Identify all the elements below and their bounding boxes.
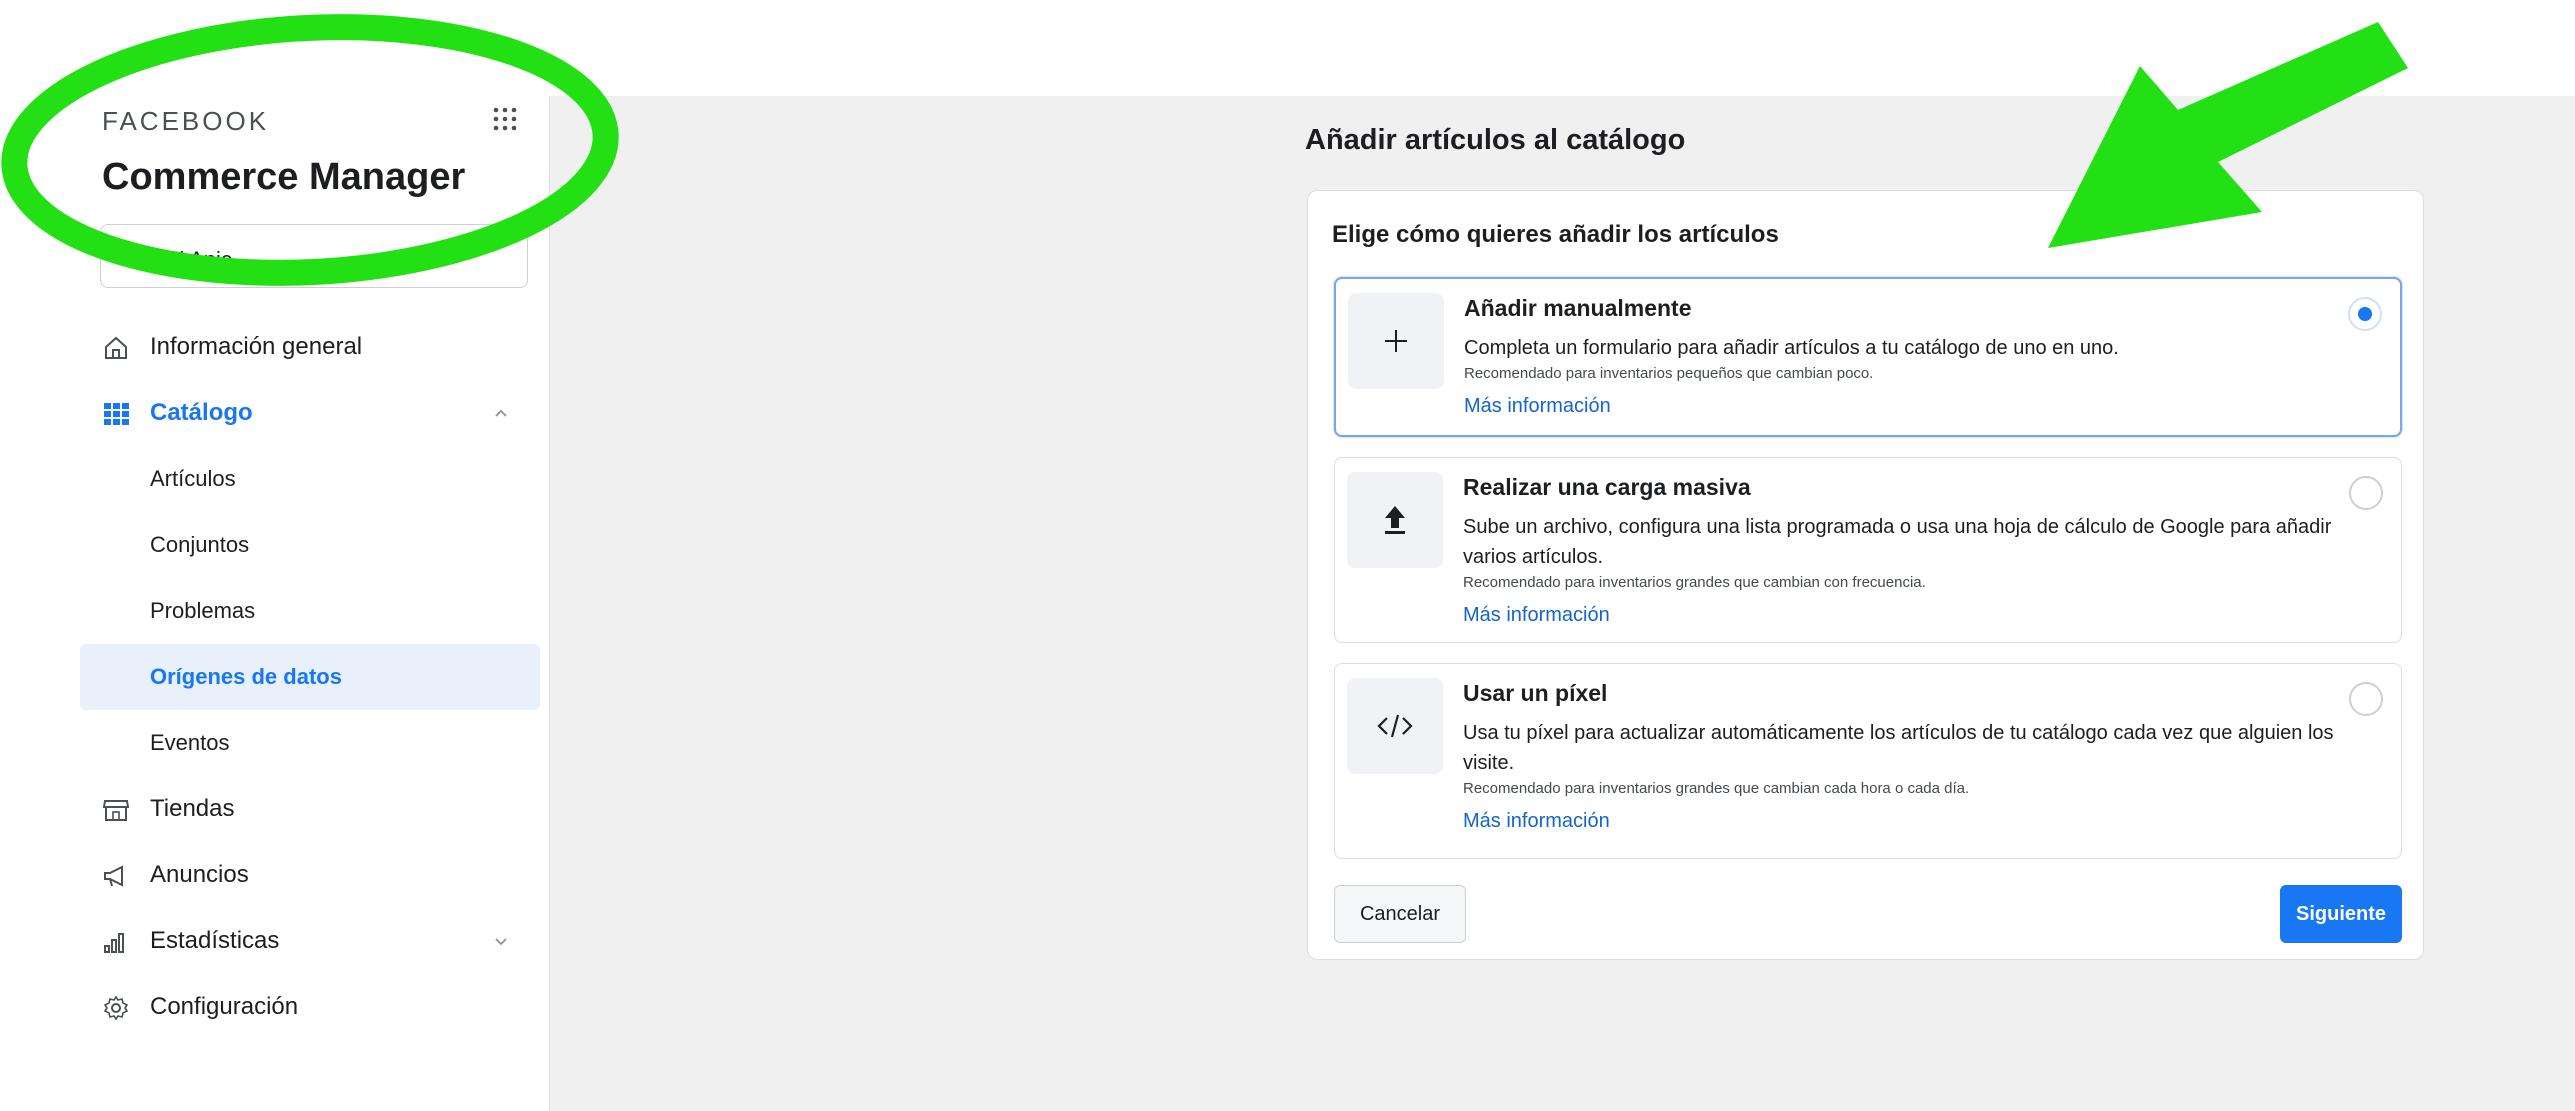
gear-icon <box>103 995 129 1021</box>
option-desc-text: Completa un formulario para añadir artíc… <box>1464 337 2119 359</box>
option-pixel[interactable]: Usar un píxel Usa tu píxel para actualiz… <box>1334 663 2402 859</box>
store-icon <box>102 800 130 821</box>
chevron-up-icon[interactable] <box>492 404 510 422</box>
sidebar-item-label: Estadísticas <box>150 927 280 954</box>
sidebar-item-catalog[interactable]: Catálogo <box>80 380 540 446</box>
sidebar-item-label: Catálogo <box>150 399 253 426</box>
next-button[interactable]: Siguiente <box>2280 885 2402 943</box>
bar-chart-icon <box>104 933 124 953</box>
catalog-grid-icon <box>104 403 129 425</box>
page-title: Añadir artículos al catálogo <box>1305 124 1686 156</box>
app-title: Commerce Manager <box>102 156 466 198</box>
sidebar-item-settings[interactable]: Configuración <box>80 974 540 1040</box>
sidebar-item-shops[interactable]: Tiendas <box>80 776 540 842</box>
option-title: Realizar una carga masiva <box>1463 474 1751 500</box>
option-radio[interactable] <box>2348 297 2382 331</box>
option-bulk-upload[interactable]: Realizar una carga masiva Sube un archiv… <box>1334 457 2402 643</box>
option-description: Usa tu píxel para actualizar automáticam… <box>1463 718 2383 836</box>
card-heading: Elige cómo quieres añadir los artículos <box>1332 221 1779 248</box>
option-description: Completa un formulario para añadir artíc… <box>1464 333 2384 421</box>
option-recommendation: Recomendado para inventarios grandes que… <box>1463 574 1926 591</box>
account-selector[interactable]: Mi Anic <box>100 224 528 288</box>
sidebar: FACEBOOK Commerce Manager Mi Anic Inform… <box>80 96 550 1111</box>
home-icon <box>105 336 127 359</box>
sidebar-item-ads[interactable]: Anuncios <box>80 842 540 908</box>
more-info-link[interactable]: Más información <box>1463 806 2383 836</box>
sidebar-subitem-events[interactable]: Eventos <box>80 710 540 776</box>
sidebar-item-label: Tiendas <box>150 795 235 822</box>
option-recommendation: Recomendado para inventarios pequeños qu… <box>1464 365 1874 382</box>
account-name: Mi Anic <box>161 247 232 272</box>
sidebar-subitem-data-sources[interactable]: Orígenes de datos <box>80 644 540 710</box>
apps-grid-icon[interactable] <box>492 106 518 132</box>
sidebar-item-label: Información general <box>150 333 363 360</box>
cancel-button[interactable]: Cancelar <box>1334 885 1466 943</box>
sidebar-subitem-articles[interactable]: Artículos <box>80 446 540 512</box>
code-icon <box>1347 678 1443 774</box>
brand-label: FACEBOOK <box>102 106 270 136</box>
more-info-link[interactable]: Más información <box>1463 600 2383 630</box>
sidebar-item-label: Anuncios <box>150 861 249 888</box>
option-title: Usar un píxel <box>1463 680 1608 706</box>
option-description: Sube un archivo, configura una lista pro… <box>1463 512 2383 630</box>
sidebar-item-overview[interactable]: Información general <box>80 314 540 380</box>
option-radio[interactable] <box>2349 682 2383 716</box>
option-desc-text: Sube un archivo, configura una lista pro… <box>1463 516 2332 568</box>
sidebar-subitem-problems[interactable]: Problemas <box>80 578 540 644</box>
sidebar-item-label: Configuración <box>150 993 299 1020</box>
more-info-link[interactable]: Más información <box>1464 391 2384 421</box>
option-manual[interactable]: Añadir manualmente Completa un formulari… <box>1334 277 2402 437</box>
sidebar-subitem-sets[interactable]: Conjuntos <box>80 512 540 578</box>
chevron-down-icon[interactable] <box>492 932 510 950</box>
option-title: Añadir manualmente <box>1464 295 1692 321</box>
option-desc-text: Usa tu píxel para actualizar automáticam… <box>1463 722 2334 774</box>
plus-icon <box>1348 293 1444 389</box>
upload-icon <box>1347 472 1443 568</box>
option-recommendation: Recomendado para inventarios grandes que… <box>1463 780 1970 797</box>
option-radio[interactable] <box>2349 476 2383 510</box>
add-items-card: Elige cómo quieres añadir los artículos … <box>1307 190 2424 960</box>
sidebar-item-statistics[interactable]: Estadísticas <box>80 908 540 974</box>
megaphone-icon <box>104 865 123 887</box>
sidebar-nav: Información general Catálogo Artículos C… <box>80 314 540 1040</box>
